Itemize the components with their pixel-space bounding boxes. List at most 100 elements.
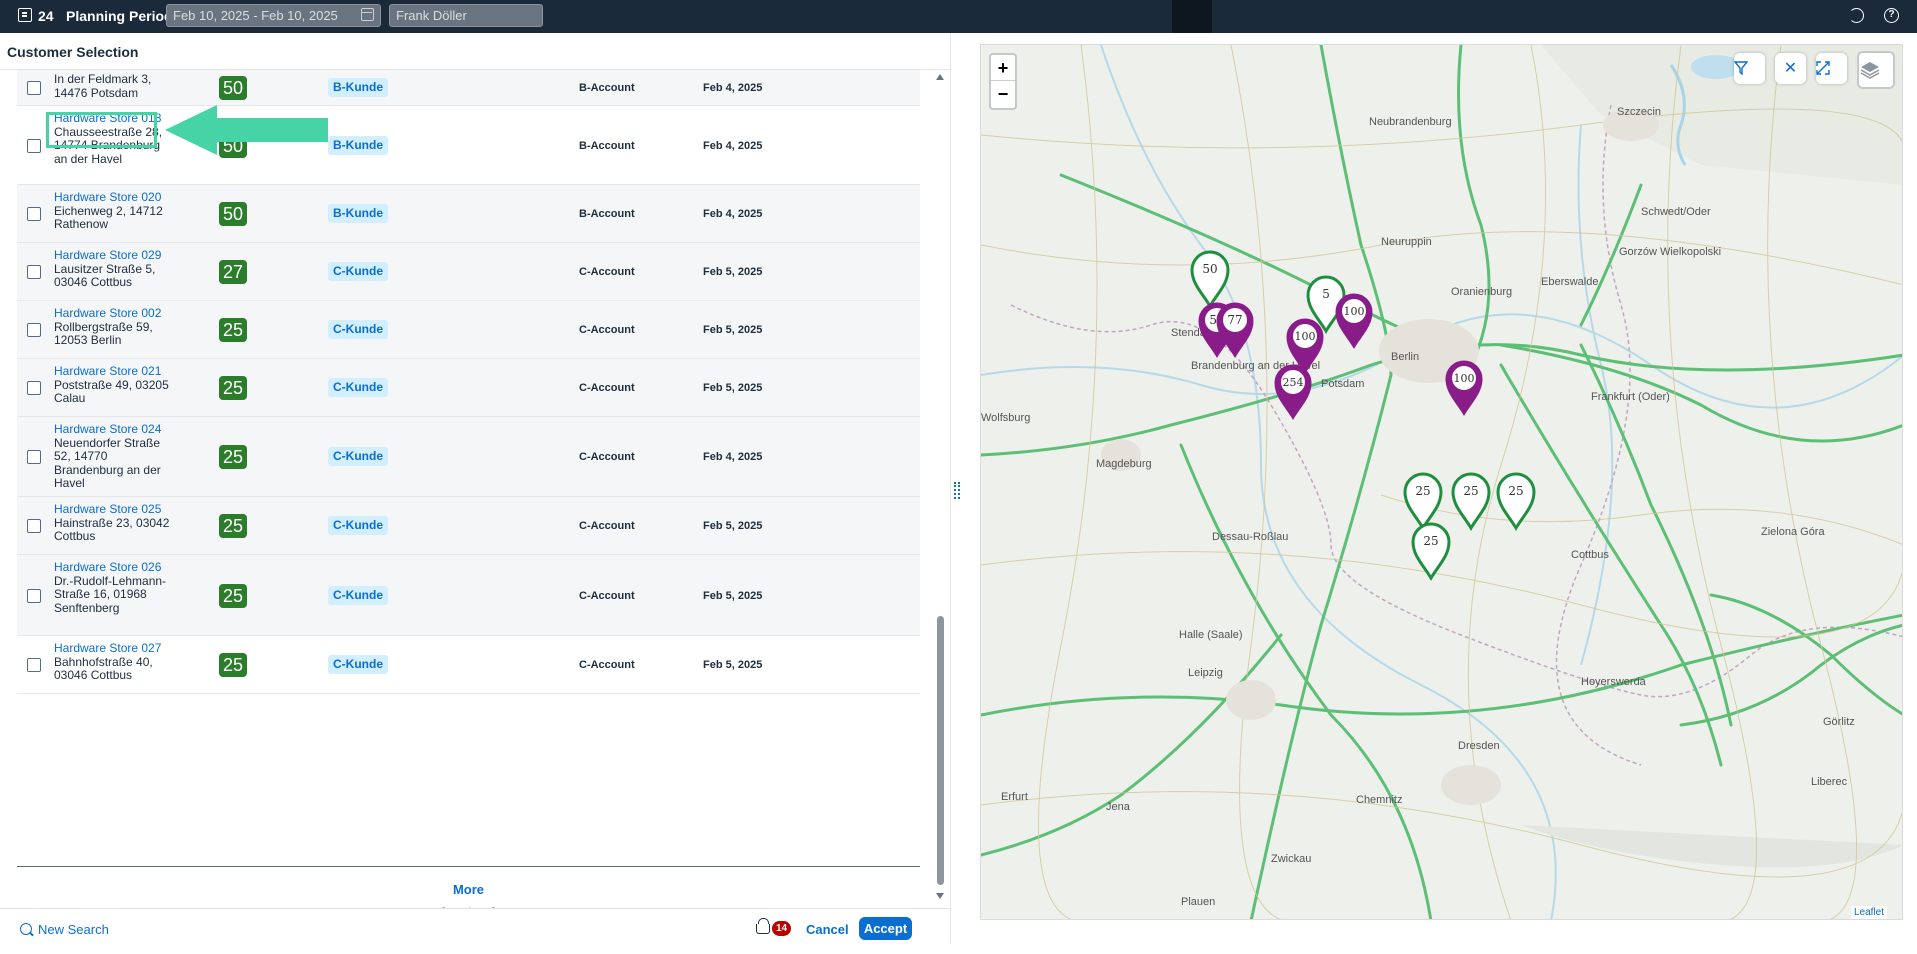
clear-button[interactable]: ✕ bbox=[1775, 53, 1806, 84]
zoom-control: + − bbox=[989, 53, 1017, 110]
map-city-label: Neuruppin bbox=[1381, 236, 1432, 248]
basket-icon[interactable] bbox=[756, 918, 770, 934]
new-search-icon[interactable] bbox=[20, 923, 32, 935]
table-row[interactable]: Hardware Store 020 Eichenweg 2, 14712 Rat… bbox=[17, 185, 920, 243]
new-search-button[interactable]: New Search bbox=[38, 922, 109, 937]
customer-list: Hardware Store 027 Bahnhofstraße 40, 0304… bbox=[17, 70, 920, 915]
row-checkbox[interactable] bbox=[27, 207, 41, 221]
map-city-label: Halle (Saale) bbox=[1179, 629, 1243, 641]
customer-name-link[interactable]: Hardware Store 026 bbox=[54, 560, 174, 575]
scroll-down-icon[interactable] bbox=[936, 893, 944, 899]
customer-cell: Hardware Store 021 Poststraße 49, 03205 C… bbox=[54, 364, 174, 406]
account-type: C-Account bbox=[579, 589, 635, 602]
row-checkbox[interactable] bbox=[27, 519, 41, 533]
map-marker-label: 254 bbox=[1283, 376, 1304, 389]
help-icon[interactable]: ? bbox=[1884, 8, 1899, 23]
map-marker-label: 25 bbox=[1423, 534, 1438, 548]
visit-date: Feb 5, 2025 bbox=[703, 589, 763, 602]
map-view[interactable]: Szczecin Berlin Magdeburg Dresden Leipzig Wol… bbox=[980, 44, 1903, 920]
fullscreen-icon bbox=[1816, 61, 1830, 75]
map-city-label: Erfurt bbox=[1001, 791, 1028, 803]
map-marker-label: 25 bbox=[1508, 484, 1523, 498]
zoom-out-button[interactable]: − bbox=[991, 81, 1015, 107]
more-button[interactable]: More bbox=[17, 882, 920, 897]
account-type: B-Account bbox=[579, 139, 635, 152]
score-badge: 25 bbox=[219, 514, 247, 538]
zoom-in-button[interactable]: + bbox=[991, 55, 1015, 81]
table-row[interactable]: In der Feldmark 3, 14476 Potsdam 50 B-Kund… bbox=[17, 70, 920, 106]
scroll-thumb[interactable] bbox=[937, 616, 944, 885]
history-icon[interactable] bbox=[1849, 8, 1864, 23]
layers-button[interactable] bbox=[1857, 51, 1895, 89]
customer-name-link[interactable]: Hardware Store 025 bbox=[54, 502, 174, 517]
map-marker-label: 100 bbox=[1344, 305, 1365, 318]
splitter-grip-icon[interactable] bbox=[954, 482, 960, 499]
map-city-label: Cottbus bbox=[1571, 549, 1609, 561]
map-city-label: Zwickau bbox=[1271, 853, 1311, 865]
top-bar: 24 Planning Period: Feb 10, 2025 - Feb 1… bbox=[0, 0, 1917, 33]
filter-button[interactable] bbox=[1734, 53, 1765, 84]
scroll-up-icon[interactable] bbox=[936, 74, 944, 80]
customer-count: 24 bbox=[38, 8, 54, 24]
table-row[interactable]: Hardware Store 021 Poststraße 49, 03205 C… bbox=[17, 359, 920, 417]
map-marker-label: 77 bbox=[1227, 313, 1242, 327]
row-checkbox[interactable] bbox=[27, 323, 41, 337]
customer-address: Hainstraße 23, 03042 Cottbus bbox=[54, 515, 170, 543]
map-city-label: Leipzig bbox=[1188, 667, 1223, 679]
customer-name-link[interactable]: Hardware Store 021 bbox=[54, 364, 174, 379]
table-row[interactable]: Hardware Store 025 Hainstraße 23, 03042 C… bbox=[17, 497, 920, 555]
customer-cell: Hardware Store 026 Dr.-Rudolf-Lehmann-Str… bbox=[54, 560, 174, 615]
customer-name-link[interactable]: Hardware Store 002 bbox=[54, 306, 174, 321]
row-checkbox[interactable] bbox=[27, 81, 41, 95]
account-type: C-Account bbox=[579, 324, 635, 336]
table-row[interactable]: Hardware Store 029 Lausitzer Straße 5, 03… bbox=[17, 243, 920, 301]
customer-name-link[interactable]: Hardware Store 027 bbox=[54, 641, 174, 656]
visit-date: Feb 5, 2025 bbox=[703, 520, 763, 532]
map-city-label: Liberec bbox=[1811, 776, 1848, 788]
row-checkbox[interactable] bbox=[27, 381, 41, 395]
customer-name-link[interactable]: Hardware Store 029 bbox=[54, 248, 174, 263]
customer-cell: Hardware Store 027 Bahnhofstraße 40, 0304… bbox=[54, 641, 174, 683]
map-attribution[interactable]: Leaflet bbox=[1851, 906, 1888, 919]
row-checkbox[interactable] bbox=[27, 658, 41, 672]
customer-address: Poststraße 49, 03205 Calau bbox=[54, 377, 169, 405]
customer-address: Eichenweg 2, 14712 Rathenow bbox=[54, 203, 163, 231]
account-type: C-Account bbox=[579, 382, 635, 394]
table-row[interactable]: Hardware Store 026 Dr.-Rudolf-Lehmann-Str… bbox=[17, 555, 920, 636]
customer-cell: Hardware Store 002 Rollbergstraße 59, 120… bbox=[54, 306, 174, 348]
row-checkbox[interactable] bbox=[27, 588, 41, 603]
map-city-label: Zielona Góra bbox=[1761, 526, 1825, 538]
map-marker-label: 5 bbox=[1322, 287, 1330, 301]
visit-date: Feb 5, 2025 bbox=[703, 266, 763, 278]
row-checkbox[interactable] bbox=[27, 450, 41, 464]
score-badge: 25 bbox=[219, 376, 247, 400]
customer-name-link[interactable]: Hardware Store 024 bbox=[54, 422, 174, 437]
customer-cell: Hardware Store 024 Neuendorfer Straße 52,… bbox=[54, 422, 174, 491]
map-city-label: Dresden bbox=[1458, 740, 1500, 752]
score-badge: 25 bbox=[219, 445, 247, 469]
highlight-box bbox=[46, 112, 157, 148]
score-badge: 27 bbox=[219, 260, 247, 284]
table-row[interactable]: Hardware Store 027 Bahnhofstraße 40, 0304… bbox=[17, 636, 920, 694]
customer-class-tag: C-Kunde bbox=[328, 516, 388, 535]
accept-button[interactable]: Accept bbox=[859, 917, 912, 940]
cancel-button[interactable]: Cancel bbox=[806, 922, 849, 937]
table-row[interactable]: Hardware Store 002 Rollbergstraße 59, 120… bbox=[17, 301, 920, 359]
row-checkbox[interactable] bbox=[27, 265, 41, 279]
map-city-label: Dessau-Roßlau bbox=[1212, 531, 1288, 543]
score-badge: 25 bbox=[219, 318, 247, 342]
map-marker-label: 25 bbox=[1415, 484, 1430, 498]
planning-period-label: Planning Period: bbox=[66, 8, 178, 24]
row-checkbox[interactable] bbox=[27, 138, 41, 153]
list-count-icon bbox=[18, 8, 32, 22]
customer-name-link[interactable]: Hardware Store 020 bbox=[54, 190, 174, 205]
table-row[interactable]: Hardware Store 024 Neuendorfer Straße 52,… bbox=[17, 417, 920, 497]
calendar-icon[interactable] bbox=[361, 8, 374, 21]
user-field[interactable]: Frank Döller bbox=[389, 4, 543, 27]
planning-period-field[interactable]: Feb 10, 2025 - Feb 10, 2025 bbox=[166, 4, 381, 27]
customer-address: Bahnhofstraße 40, 03046 Cottbus bbox=[54, 654, 153, 682]
map-canvas[interactable]: Szczecin Berlin Magdeburg Dresden Leipzig Wol… bbox=[981, 45, 1903, 920]
map-city-label: Plauen bbox=[1181, 896, 1215, 908]
fullscreen-button[interactable] bbox=[1816, 53, 1847, 84]
map-city-label: Szczecin bbox=[1617, 106, 1661, 118]
